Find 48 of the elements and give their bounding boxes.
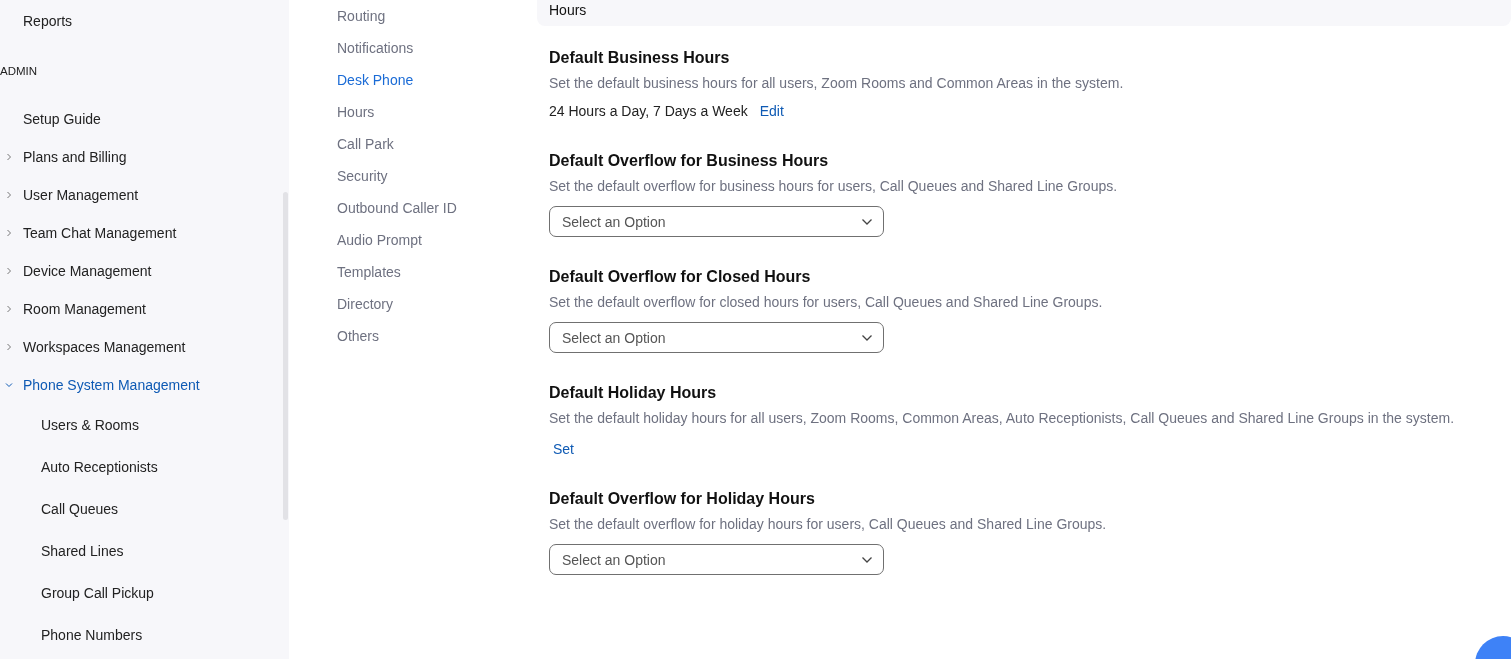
setting-description: Set the default overflow for business hours for users, Call Queues and Shared Line Groups. [549, 177, 1119, 196]
sidebar-item[interactable]: Workspaces Management [23, 339, 186, 355]
settings-nav-item[interactable]: Directory [337, 294, 393, 326]
setting-title: Default Holiday Hours [549, 383, 718, 403]
sidebar-subitem[interactable]: Group Call Pickup [0, 572, 154, 614]
sidebar-item[interactable]: Device Management [23, 263, 152, 279]
sidebar-item[interactable]: Room Management [23, 301, 146, 317]
setting-value: 24 Hours a Day, 7 Days a Week [549, 102, 748, 121]
sidebar-item[interactable]: Plans and Billing [23, 149, 127, 165]
select-dropdown[interactable]: Select an Option [549, 544, 884, 575]
setting-description: Set the default overflow for closed hours for users, Call Queues and Shared Line Groups. [549, 293, 1104, 312]
sidebar-item[interactable]: Phone System Management [23, 377, 200, 393]
setting-description: Set the default overflow for holiday hours for users, Call Queues and Shared Line Groups. [549, 515, 1108, 534]
sidebar-item[interactable]: Setup Guide [0, 109, 289, 129]
sidebar-item[interactable]: User Management [23, 187, 139, 203]
settings-nav-item[interactable]: Security [337, 166, 388, 198]
setting-description: Set the default business hours for all users, Zoom Rooms and Common Areas in the system. [549, 74, 1125, 93]
settings-nav-item[interactable]: Audio Prompt [337, 230, 422, 262]
caret-icon [861, 333, 873, 342]
sidebar-subitem[interactable]: Phone Numbers [0, 614, 143, 656]
sidebar-subitem[interactable]: Auto Receptionists [0, 446, 158, 488]
settings-nav-item[interactable]: Hours [337, 102, 375, 134]
settings-nav-item[interactable]: Routing [337, 6, 386, 38]
sidebar-subitem[interactable]: Shared Lines [0, 530, 124, 572]
settings-nav-item[interactable]: Notifications [337, 38, 414, 70]
caret-icon [861, 217, 873, 226]
setting-description: Set the default holiday hours for all users, Zoom Rooms, Common Areas, Auto Receptionists, Call Queues and Shared Line Groups in the system. [549, 409, 1456, 428]
sidebar-subitem[interactable]: Users & Rooms [0, 404, 140, 446]
settings-nav-item[interactable]: Outbound Caller ID [337, 198, 457, 230]
set-link[interactable]: Set [553, 439, 574, 459]
scrollbar[interactable] [283, 192, 288, 520]
settings-nav-item[interactable]: Desk Phone [337, 70, 414, 102]
select-dropdown[interactable]: Select an Option [549, 206, 884, 237]
setting-title: Default Business Hours [549, 48, 731, 68]
setting-title: Default Overflow for Closed Hours [549, 267, 812, 287]
setting-title: Default Overflow for Business Hours [549, 151, 830, 171]
select-dropdown[interactable]: Select an Option [549, 322, 884, 353]
settings-nav-item[interactable]: Call Park [337, 134, 394, 166]
settings-nav-item[interactable]: Others [337, 326, 379, 358]
settings-nav-item[interactable]: Templates [337, 262, 401, 294]
sidebar-subitem[interactable]: Call Queues [0, 488, 119, 530]
sidebar-item[interactable]: Team Chat Management [23, 225, 177, 241]
section-label: ADMIN [0, 64, 38, 79]
sidebar-item[interactable]: Reports [0, 11, 289, 31]
caret-icon [861, 555, 873, 564]
setting-title: Default Overflow for Holiday Hours [549, 489, 816, 509]
section-header: Hours [537, 0, 1511, 26]
edit-link[interactable]: Edit [759, 101, 784, 121]
